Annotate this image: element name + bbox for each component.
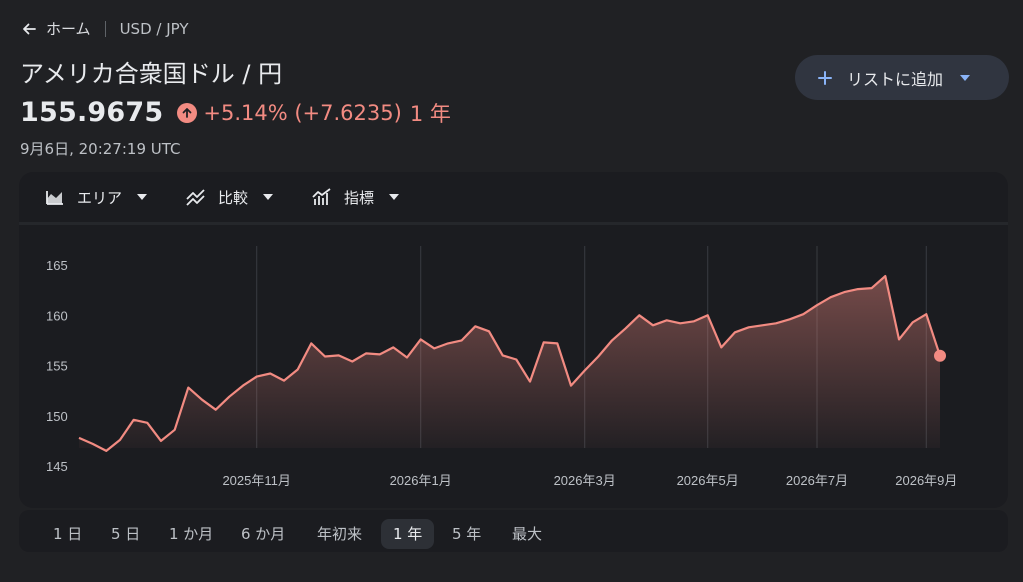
x-tick-label: 2026年9月 bbox=[895, 473, 957, 488]
x-tick-label: 2026年1月 bbox=[390, 473, 452, 488]
y-tick-label: 155 bbox=[46, 359, 68, 374]
quote-row: 155.9675 +5.14% (+7.6235) 1 年 bbox=[20, 97, 451, 128]
chevron-down-icon bbox=[959, 74, 971, 82]
arrow-up-icon bbox=[177, 102, 198, 123]
price-change: +5.14% (+7.6235) bbox=[203, 100, 402, 125]
y-tick-label: 160 bbox=[46, 308, 68, 323]
y-tick-label: 150 bbox=[46, 409, 68, 424]
chart-panel: エリア 比較 指標 165 160 155 150 145 2025年11月 2026年1月… bbox=[19, 172, 1008, 508]
range-button[interactable]: 1 日 bbox=[41, 519, 94, 549]
change-period: 1 年 bbox=[409, 101, 451, 126]
range-button[interactable]: 1 か月 bbox=[157, 519, 225, 549]
range-button[interactable]: 1 年 bbox=[381, 519, 435, 549]
price-chart[interactable]: 165 160 155 150 145 2025年11月 2026年1月 2026年3月 202… bbox=[19, 172, 1008, 508]
x-tick-label: 2026年5月 bbox=[677, 473, 739, 488]
breadcrumb-pair: USD / JPY bbox=[119, 19, 189, 38]
add-to-list-label: リストに追加 bbox=[847, 69, 944, 89]
plus-icon bbox=[817, 70, 833, 86]
breadcrumb-divider bbox=[104, 20, 106, 37]
quote-timestamp: 9月6日, 20:27:19 UTC bbox=[20, 140, 181, 158]
breadcrumb-home-link[interactable]: ホーム bbox=[46, 18, 91, 39]
x-tick-label: 2026年7月 bbox=[786, 473, 848, 488]
range-button[interactable]: 6 か月 bbox=[229, 519, 297, 549]
x-tick-label: 2026年3月 bbox=[554, 473, 616, 488]
range-button[interactable]: 最大 bbox=[500, 519, 554, 549]
series-area bbox=[79, 276, 940, 451]
arrow-back-icon[interactable] bbox=[20, 20, 38, 38]
current-price: 155.9675 bbox=[20, 97, 164, 128]
current-value-marker bbox=[934, 349, 946, 362]
range-button[interactable]: 年初来 bbox=[305, 519, 374, 549]
add-to-list-button[interactable]: リストに追加 bbox=[795, 55, 1009, 100]
y-tick-label: 145 bbox=[46, 459, 68, 474]
breadcrumb: ホーム USD / JPY bbox=[20, 18, 189, 39]
range-button[interactable]: 5 年 bbox=[440, 519, 493, 549]
range-button[interactable]: 5 日 bbox=[99, 519, 152, 549]
time-range-selector: 1 日5 日1 か月 6 か月 年初来 1 年5 年最大 bbox=[19, 510, 1008, 552]
page-title: アメリカ合衆国ドル / 円 bbox=[20, 60, 283, 88]
x-tick-label: 2025年11月 bbox=[222, 473, 290, 488]
y-tick-label: 165 bbox=[46, 258, 68, 273]
